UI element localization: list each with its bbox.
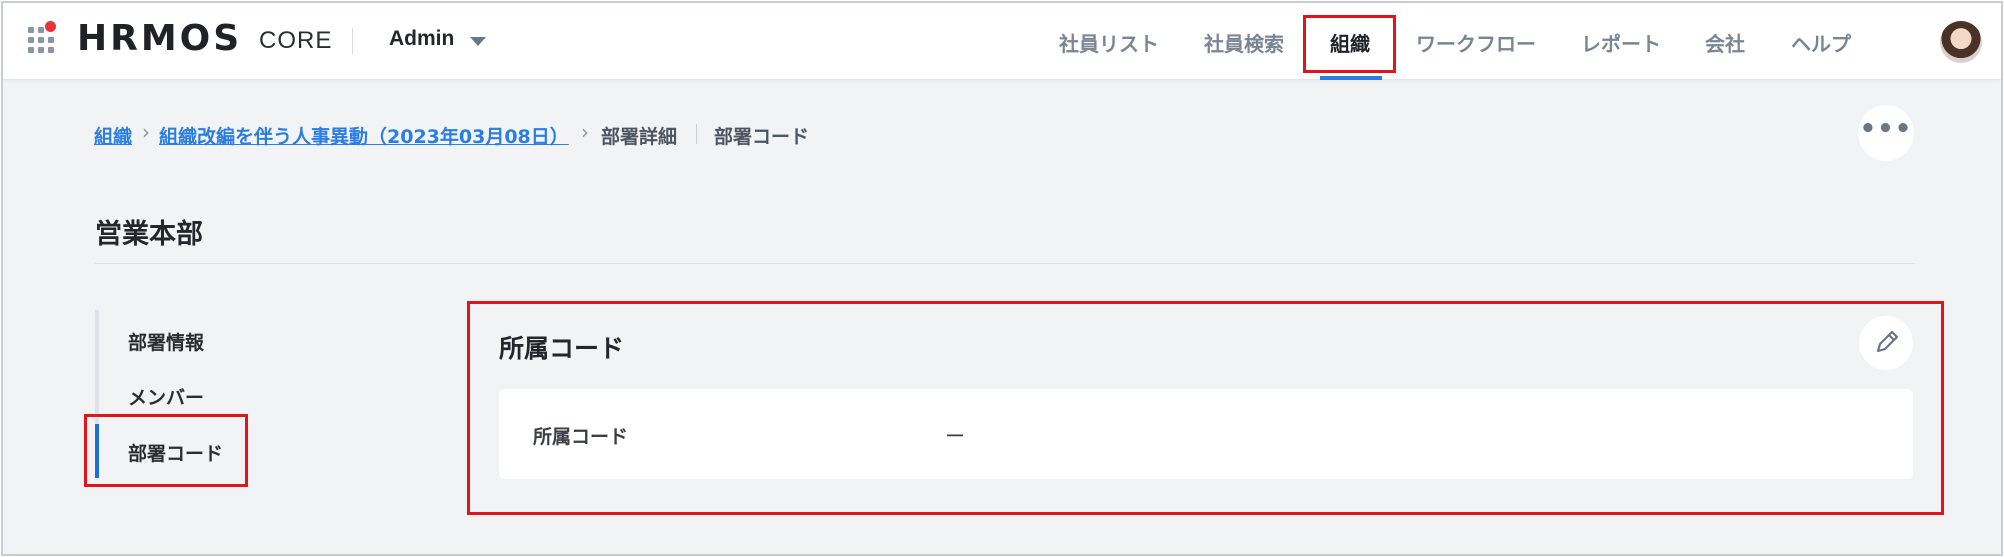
breadcrumb-separator: › [142,120,150,144]
header-divider [352,28,353,54]
breadcrumb-dept-code: 部署コード [714,126,810,148]
product-name: CORE [259,27,333,54]
highlight-box-panel [467,301,1944,515]
side-item-members[interactable]: メンバー [128,383,204,410]
page-title: 営業本部 [95,219,203,250]
highlight-box-side-item [84,414,248,487]
role-selector[interactable]: Admin [389,27,454,51]
apps-grid-icon[interactable] [28,27,58,57]
breadcrumb-dept-detail: 部署詳細 [601,126,678,148]
top-header: HRMOS CORE Admin 社員リスト 社員検索 組織 ワークフロー レポ… [3,3,2001,80]
highlight-box-nav [1303,15,1396,73]
notification-dot [45,21,56,32]
breadcrumb-organization[interactable]: 組織 [94,122,132,149]
nav-help[interactable]: ヘルプ [1791,28,1851,57]
caret-down-icon[interactable] [470,37,486,46]
side-item-dept-info[interactable]: 部署情報 [128,328,204,355]
nav-employee-search[interactable]: 社員検索 [1204,28,1284,57]
nav-employee-list[interactable]: 社員リスト [1059,28,1159,57]
nav-company[interactable]: 会社 [1705,28,1745,57]
logo[interactable]: HRMOS [77,18,242,59]
more-options-button[interactable]: ••• [1858,105,1914,161]
active-nav-indicator [1320,76,1382,80]
app-window: HRMOS CORE Admin 社員リスト 社員検索 組織 ワークフロー レポ… [1,1,2003,556]
breadcrumb-separator: › [581,120,589,144]
nav-workflow[interactable]: ワークフロー [1416,28,1536,57]
user-avatar[interactable] [1940,21,1982,63]
nav-report[interactable]: レポート [1581,28,1661,57]
breadcrumb-divider [696,124,697,144]
breadcrumb-reorg[interactable]: 組織改編を伴う人事異動（2023年03月08日） [159,122,569,149]
title-divider [95,263,1915,264]
